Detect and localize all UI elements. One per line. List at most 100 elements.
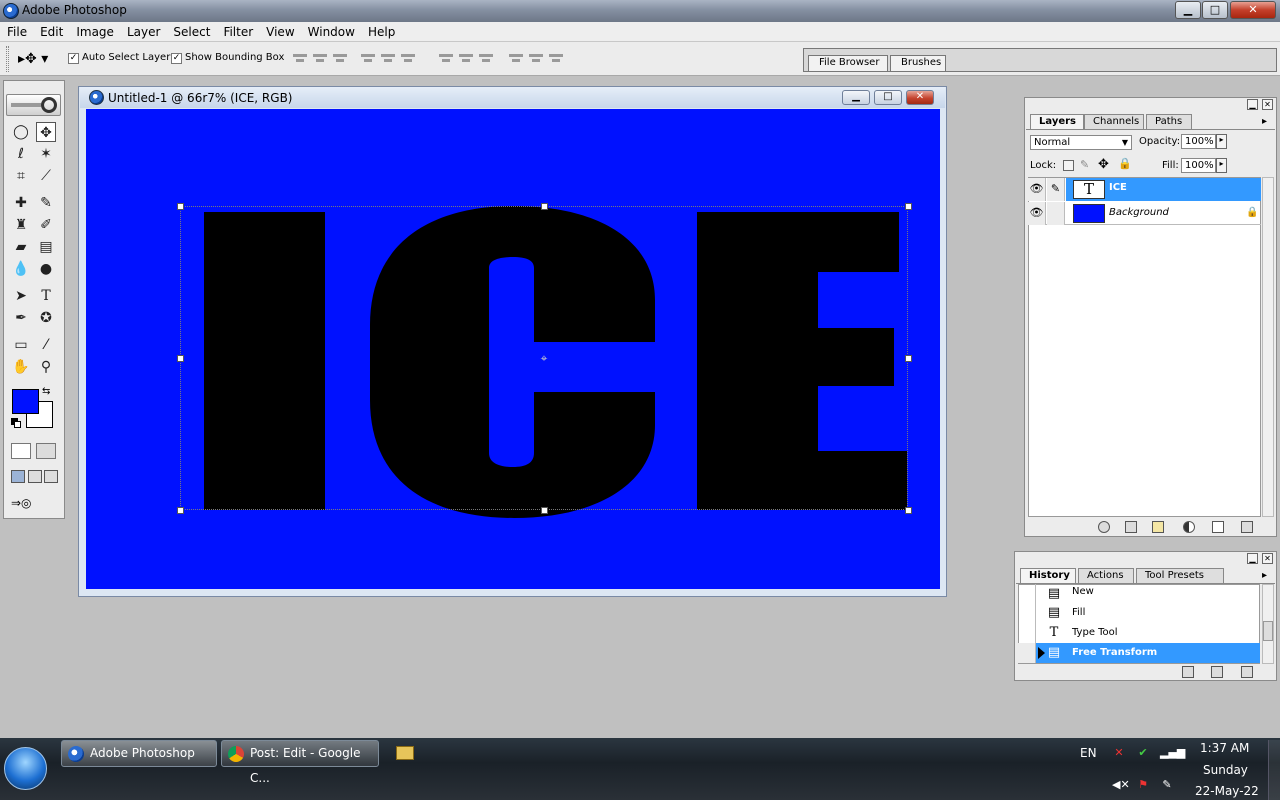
notes-tool-icon[interactable]: ▭ <box>11 335 31 355</box>
transform-handle-top-right[interactable] <box>905 203 912 210</box>
hand-tool-icon[interactable]: ✋ <box>11 357 31 377</box>
transform-reference-point-icon[interactable]: ⌖ <box>538 352 550 364</box>
adobe-online-eye-icon[interactable] <box>6 94 61 116</box>
type-tool-icon[interactable]: T <box>36 286 56 306</box>
marquee-tool-icon[interactable]: ◯ <box>11 122 31 142</box>
blend-mode-select[interactable]: Normal ▼ <box>1030 135 1132 150</box>
menu-file[interactable]: File <box>0 22 33 41</box>
trash-icon[interactable] <box>1241 521 1253 533</box>
pen-tray-icon[interactable]: ✎ <box>1160 778 1174 792</box>
layers-panel-menu-icon[interactable]: ▸ <box>1262 116 1267 127</box>
crop-tool-icon[interactable]: ⌗ <box>11 166 31 186</box>
clock-date[interactable]: 22-May-22 <box>1195 784 1259 798</box>
lock-image-brush-icon[interactable]: ✎ <box>1080 158 1089 171</box>
pen-tool-icon[interactable]: ✒ <box>11 308 31 328</box>
standard-mode-icon[interactable] <box>11 443 31 459</box>
eye-icon[interactable]: 👁 <box>1028 202 1046 225</box>
foreground-color-swatch[interactable] <box>12 389 39 414</box>
align-vertical-center-icon[interactable] <box>312 51 328 65</box>
distribute-vertical-center-icon[interactable] <box>458 51 474 65</box>
distribute-left-icon[interactable] <box>508 51 524 65</box>
transform-handle-middle-left[interactable] <box>177 355 184 362</box>
tab-tool-presets[interactable]: Tool Presets <box>1136 568 1224 583</box>
camera-snapshot-icon[interactable] <box>1211 666 1223 678</box>
path-selection-tool-icon[interactable]: ➤ <box>11 286 31 306</box>
history-snapshot-box[interactable] <box>1018 603 1036 623</box>
history-panel-menu-icon[interactable]: ▸ <box>1262 570 1267 581</box>
new-document-from-state-icon[interactable] <box>1182 666 1194 678</box>
transform-handle-top-center[interactable] <box>541 203 548 210</box>
fill-slider-button[interactable]: ▸ <box>1216 158 1227 173</box>
flag-alert-icon[interactable]: ⚑ <box>1136 778 1150 792</box>
menu-select[interactable]: Select <box>166 22 216 41</box>
layers-panel-minimize-button[interactable]: ▁ <box>1247 99 1258 110</box>
tab-paths[interactable]: Paths <box>1146 114 1192 129</box>
distribute-horizontal-center-icon[interactable] <box>528 51 544 65</box>
tab-layers[interactable]: Layers <box>1030 114 1084 129</box>
align-bottom-icon[interactable] <box>332 51 348 65</box>
window-maximize-button[interactable]: □ <box>1202 1 1228 19</box>
align-right-icon[interactable] <box>400 51 416 65</box>
windows-start-button[interactable] <box>4 747 47 790</box>
history-panel-close-button[interactable]: ✕ <box>1262 553 1273 564</box>
menu-filter[interactable]: Filter <box>216 22 259 41</box>
standard-screen-mode-icon[interactable] <box>11 470 25 483</box>
history-scrollbar[interactable] <box>1262 584 1274 664</box>
fill-input[interactable]: 100% <box>1181 158 1216 173</box>
history-snapshot-box[interactable] <box>1018 584 1036 604</box>
volume-muted-icon[interactable]: ◀✕ <box>1112 778 1130 792</box>
opacity-slider-button[interactable]: ▸ <box>1216 134 1227 149</box>
zoom-tool-icon[interactable]: ⚲ <box>36 357 56 377</box>
security-check-icon[interactable]: ✔ <box>1136 746 1150 760</box>
clock-day[interactable]: Sunday <box>1203 763 1248 777</box>
history-snapshot-box[interactable] <box>1018 643 1036 663</box>
align-top-icon[interactable] <box>292 51 308 65</box>
adjustment-layer-icon[interactable] <box>1183 521 1195 533</box>
taskbar-chrome-button[interactable]: Post: Edit - Google C... <box>221 740 379 785</box>
new-layer-icon[interactable] <box>1212 521 1224 533</box>
distribute-bottom-icon[interactable] <box>478 51 494 65</box>
transform-handle-bottom-right[interactable] <box>905 507 912 514</box>
network-error-icon[interactable]: ✕ <box>1112 746 1126 760</box>
distribute-top-icon[interactable] <box>438 51 454 65</box>
menu-layer[interactable]: Layer <box>120 22 166 41</box>
menu-edit[interactable]: Edit <box>33 22 69 41</box>
document-maximize-button[interactable]: □ <box>874 90 902 105</box>
full-screen-menu-mode-icon[interactable] <box>28 470 42 483</box>
tab-file-browser[interactable]: File Browser <box>808 55 888 71</box>
layer-style-icon[interactable] <box>1098 521 1110 533</box>
auto-select-layer-checkbox[interactable]: ✓ <box>68 53 79 64</box>
language-indicator[interactable]: EN <box>1080 746 1097 760</box>
tab-channels[interactable]: Channels <box>1084 114 1144 129</box>
eyedropper-tool-icon[interactable]: ⁄ <box>36 335 56 355</box>
swap-colors-icon[interactable]: ⇆ <box>42 386 54 398</box>
layer-row-ice[interactable]: 👁 ✎ T ICE <box>1028 178 1261 201</box>
move-tool-icon[interactable]: ✥ <box>36 122 56 142</box>
window-minimize-button[interactable]: ▁ <box>1175 1 1201 19</box>
eraser-tool-icon[interactable]: ▰ <box>11 237 31 257</box>
layers-scrollbar[interactable] <box>1262 177 1274 517</box>
transform-handle-bottom-center[interactable] <box>541 507 548 514</box>
menu-help[interactable]: Help <box>361 22 401 41</box>
history-item-fill[interactable]: ▤ Fill <box>1018 603 1260 623</box>
signal-bars-icon[interactable]: ▂▄▆ <box>1160 746 1185 760</box>
opacity-input[interactable]: 100% <box>1181 134 1216 149</box>
document-close-button[interactable]: ✕ <box>906 90 934 105</box>
history-brush-tool-icon[interactable]: ✐ <box>36 215 56 235</box>
clock-time[interactable]: 1:37 AM <box>1200 741 1249 755</box>
history-snapshot-box[interactable] <box>1018 623 1036 643</box>
eye-icon[interactable]: 👁 <box>1028 178 1046 201</box>
history-item-type-tool[interactable]: T Type Tool <box>1018 623 1260 643</box>
menu-view[interactable]: View <box>259 22 300 41</box>
menu-window[interactable]: Window <box>301 22 361 41</box>
link-box[interactable] <box>1047 202 1065 225</box>
default-colors-icon[interactable] <box>11 418 21 428</box>
history-item-free-transform[interactable]: ▤ Free Transform <box>1018 643 1260 663</box>
tab-actions[interactable]: Actions <box>1078 568 1134 583</box>
tab-history[interactable]: History <box>1020 568 1076 583</box>
show-bounding-box-checkbox[interactable]: ✓ <box>171 53 182 64</box>
clone-stamp-tool-icon[interactable]: ♜ <box>11 215 31 235</box>
add-mask-icon[interactable] <box>1125 521 1137 533</box>
taskbar-photoshop-button[interactable]: Adobe Photoshop <box>61 740 217 767</box>
custom-shape-tool-icon[interactable]: ✪ <box>36 308 56 328</box>
